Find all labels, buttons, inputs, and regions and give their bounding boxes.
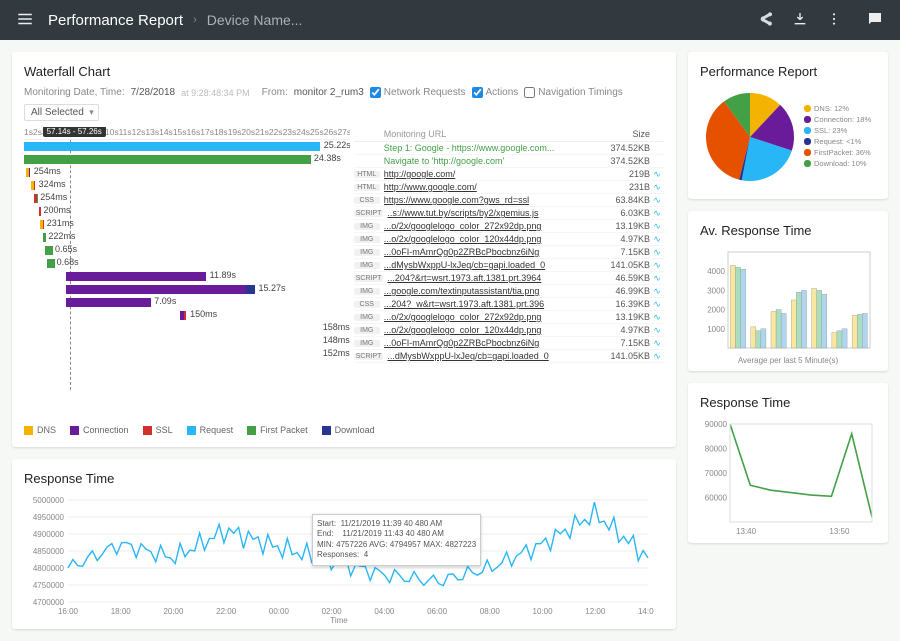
table-row[interactable]: HTMLhttp://www.google.com/231B∿ [354, 181, 664, 194]
pie-legend: DNS: 12%Connection: 18%SSL: 23%Request: … [804, 104, 871, 170]
waterfall-bar[interactable]: 158ms [24, 322, 350, 335]
table-row[interactable]: IMG...0oFI-mAmrQg0p2ZRBcPbocbnz6iNg7.15K… [354, 246, 664, 259]
waterfall-chart-area[interactable]: 1s2s3s4s5s6s7s8s9s10s11s12s13s14s15s16s1… [24, 127, 350, 417]
waterfall-bar[interactable]: 0.68s [24, 257, 350, 270]
page-title: Performance Report [48, 12, 183, 29]
pie-chart[interactable] [700, 87, 800, 187]
svg-text:Average per last 5 Minute(s): Average per last 5 Minute(s) [738, 356, 839, 365]
svg-text:4000: 4000 [707, 267, 725, 276]
waterfall-bar[interactable]: 0.65s [24, 244, 350, 257]
checkbox-network-requests[interactable]: Network Requests [370, 87, 466, 98]
waterfall-bar[interactable]: 254ms [24, 192, 350, 205]
response-mini-card: Response Time 60000 70000 80000 90000 13:40 1… [688, 383, 888, 543]
avg-response-chart[interactable]: 1000 2000 3000 4000 Average per last 5 Minut… [700, 246, 876, 366]
waterfall-bar[interactable]: 152ms [24, 348, 350, 361]
share-icon[interactable] [754, 7, 778, 34]
table-row[interactable]: IMG...google.com/textinputassistant/tia.… [354, 285, 664, 298]
chart-tooltip: Start: 11/21/2019 11:39 40 480 AM End: 1… [312, 514, 481, 566]
svg-text:4750000: 4750000 [33, 581, 65, 590]
waterfall-url-table[interactable]: Monitoring URLSize Step 1: Google - http… [354, 127, 664, 417]
table-row[interactable]: CSS...204?_w&rt=wsrt.1973.aft.1381.prt.3… [354, 298, 664, 311]
table-row[interactable]: IMG...o/2x/googlelogo_color_120x44dp.png… [354, 324, 664, 337]
svg-text:22:00: 22:00 [216, 607, 237, 616]
waterfall-bar[interactable]: 148ms [24, 335, 350, 348]
table-row[interactable]: IMG...o/2x/googlelogo_color_272x92dp.png… [354, 311, 664, 324]
waterfall-bar[interactable]: 254ms [24, 166, 350, 179]
response-time-title: Response Time [24, 471, 664, 486]
checkbox-nav-timings[interactable]: Navigation Timings [524, 87, 622, 98]
menu-icon[interactable] [12, 6, 38, 35]
svg-text:13:40: 13:40 [736, 527, 757, 536]
svg-text:14:00: 14:00 [638, 607, 654, 616]
svg-text:4800000: 4800000 [33, 564, 65, 573]
waterfall-bar[interactable]: 25.22s [24, 140, 350, 153]
waterfall-controls: Monitoring Date, Time: 7/28/2018 at 9:28… [24, 87, 664, 121]
response-mini-chart[interactable]: 60000 70000 80000 90000 13:40 13:50 [700, 418, 876, 538]
svg-text:20:00: 20:00 [163, 607, 184, 616]
svg-text:5000000: 5000000 [33, 496, 65, 505]
svg-text:4900000: 4900000 [33, 530, 65, 539]
table-row[interactable]: SCRIPT...dMysbWxppU-lxJeq/cb=gapi.loaded… [354, 350, 664, 363]
svg-text:90000: 90000 [705, 420, 728, 429]
table-row[interactable]: IMG...dMysbWxppU-lxJeq/cb=gapi.loaded_01… [354, 259, 664, 272]
filter-dropdown[interactable]: All Selected [24, 104, 99, 121]
svg-text:00:00: 00:00 [269, 607, 290, 616]
chat-icon[interactable] [862, 6, 888, 35]
waterfall-title: Waterfall Chart [24, 64, 664, 79]
svg-text:3000: 3000 [707, 286, 725, 295]
table-row[interactable]: Navigate to 'http://google.com'374.52KB [354, 155, 664, 168]
table-row[interactable]: SCRIPT..s://www.tut.by/scripts/by2/xgemi… [354, 207, 664, 220]
svg-text:2000: 2000 [707, 306, 725, 315]
response-mini-title: Response Time [700, 395, 876, 410]
avg-response-card: Av. Response Time 1000 2000 3000 4000 Averag… [688, 211, 888, 371]
svg-text:10:00: 10:00 [533, 607, 554, 616]
pie-title: Performance Report [700, 64, 876, 79]
svg-text:80000: 80000 [705, 445, 728, 454]
download-icon[interactable] [788, 7, 812, 34]
svg-text:06:00: 06:00 [427, 607, 448, 616]
waterfall-legend: DNSConnectionSSLRequestFirst PacketDownl… [24, 425, 664, 435]
checkbox-actions[interactable]: Actions [472, 87, 519, 98]
table-row[interactable]: IMG...o/2x/googlelogo_color_272x92dp.png… [354, 220, 664, 233]
waterfall-bar[interactable]: 15.27s [24, 283, 350, 296]
svg-text:4850000: 4850000 [33, 547, 65, 556]
svg-text:12:00: 12:00 [585, 607, 606, 616]
svg-text:70000: 70000 [705, 469, 728, 478]
svg-text:18:00: 18:00 [111, 607, 132, 616]
avg-response-title: Av. Response Time [700, 223, 876, 238]
svg-text:4950000: 4950000 [33, 513, 65, 522]
table-row[interactable]: SCRIPT...204?&rt=wsrt.1973.aft.1381.prt.… [354, 272, 664, 285]
svg-text:Time: Time [330, 616, 348, 624]
app-header: Performance Report › Device Name... [0, 0, 900, 40]
table-row[interactable]: CSShttps://www.google.com?gws_rd=ssl63.8… [354, 194, 664, 207]
breadcrumb: Device Name... [207, 12, 303, 28]
svg-text:16:00: 16:00 [58, 607, 79, 616]
waterfall-bar[interactable]: 24.38s [24, 153, 350, 166]
svg-text:08:00: 08:00 [480, 607, 501, 616]
table-row[interactable]: IMG...0oFI-mAmrQg0p2ZRBcPbocbnz6iNg7.15K… [354, 337, 664, 350]
svg-text:1000: 1000 [707, 325, 725, 334]
waterfall-bar[interactable]: 150ms [24, 309, 350, 322]
svg-text:60000: 60000 [705, 494, 728, 503]
svg-text:4700000: 4700000 [33, 598, 65, 607]
table-row[interactable]: IMG...o/2x/googlelogo_color_120x44dp.png… [354, 233, 664, 246]
waterfall-card: Waterfall Chart Monitoring Date, Time: 7… [12, 52, 676, 447]
waterfall-bar[interactable]: 200ms [24, 205, 350, 218]
pie-card: Performance Report DNS: 12%Connection: 1… [688, 52, 888, 199]
waterfall-bar[interactable]: 231ms [24, 218, 350, 231]
waterfall-bar[interactable]: 222ms [24, 231, 350, 244]
response-time-card: Response Time 4700000 4750000 4800000 48500… [12, 459, 676, 629]
waterfall-bar[interactable]: 324ms [24, 179, 350, 192]
svg-text:13:50: 13:50 [829, 527, 850, 536]
more-icon[interactable] [822, 7, 846, 34]
table-row[interactable]: Step 1: Google - https://www.google.com.… [354, 142, 664, 155]
waterfall-bar[interactable]: 7.09s [24, 296, 350, 309]
waterfall-bar[interactable]: 11.89s [24, 270, 350, 283]
svg-text:04:00: 04:00 [374, 607, 395, 616]
table-row[interactable]: HTMLhttp://google.com/219B∿ [354, 168, 664, 181]
time-marker-tooltip: 57.14s - 57.26s [43, 127, 106, 137]
svg-text:02:00: 02:00 [322, 607, 343, 616]
